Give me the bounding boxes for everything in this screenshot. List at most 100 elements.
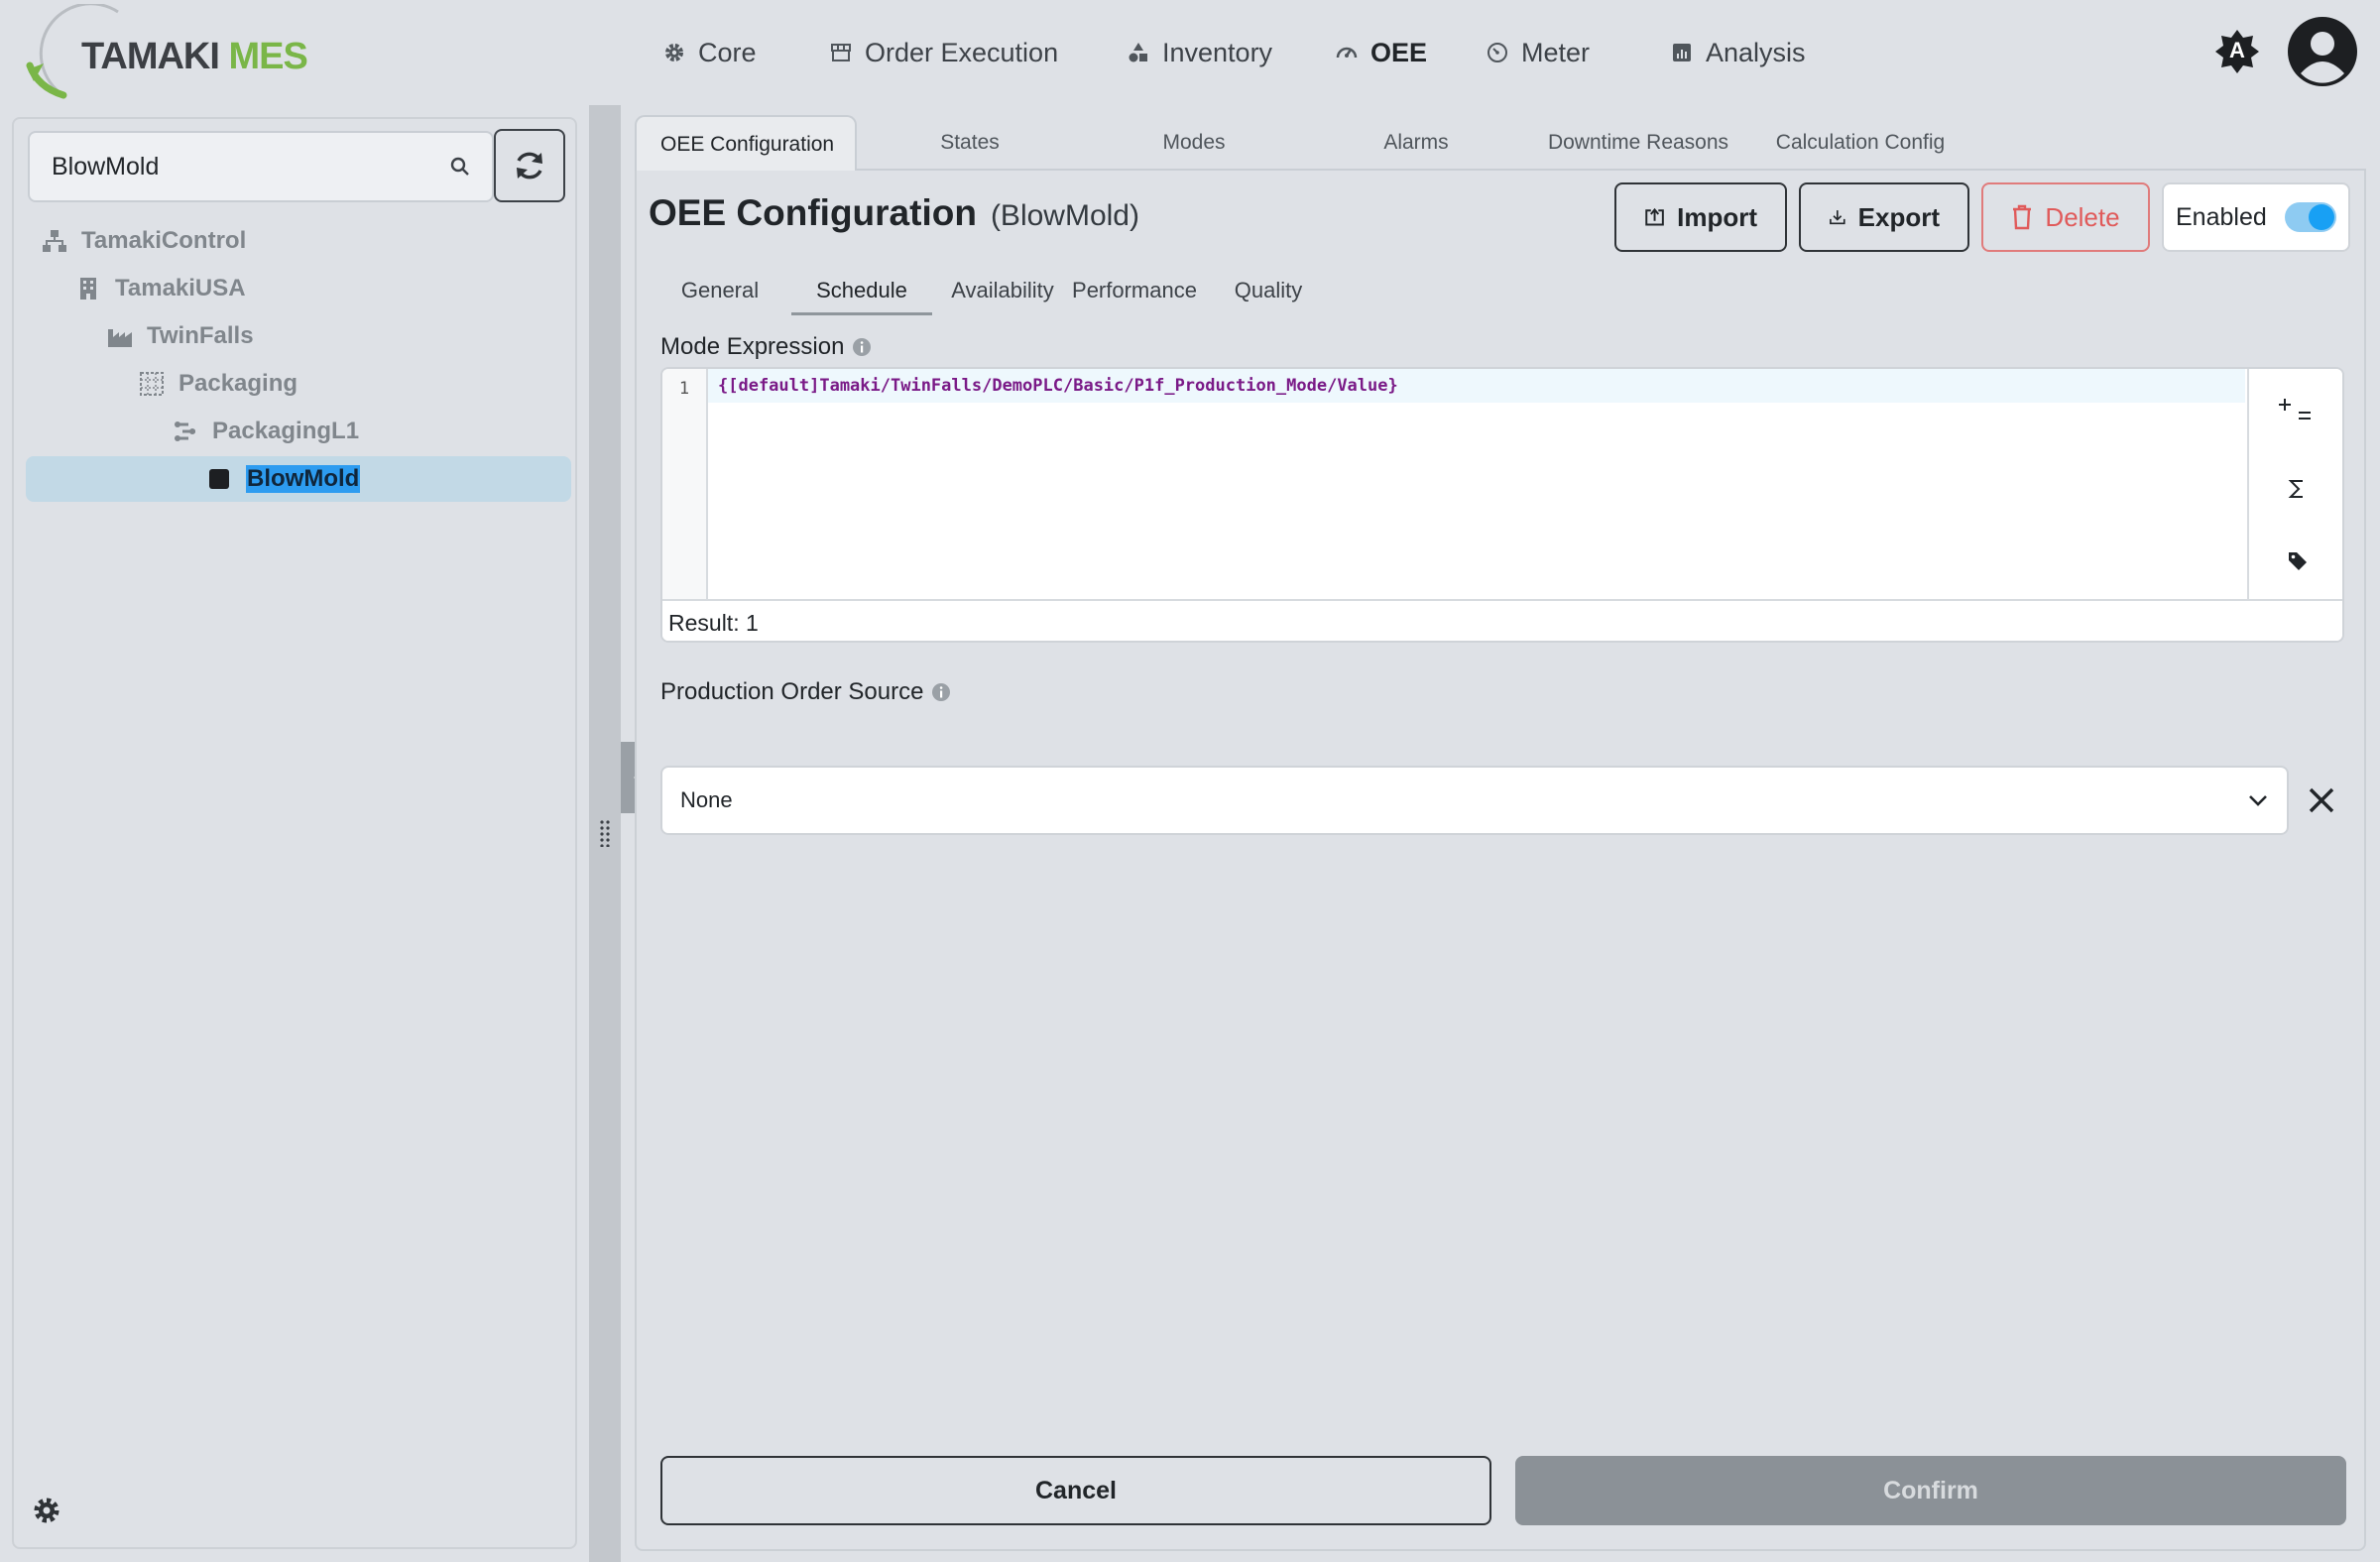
mode-expression-editor[interactable]: 1 {[default]Tamaki/TwinFalls/DemoPLC/Bas…	[660, 367, 2344, 643]
search-input[interactable]	[52, 152, 450, 181]
export-label: Export	[1857, 201, 1940, 232]
tree-item-blowmold[interactable]: BlowMold	[26, 456, 571, 502]
subtab-general[interactable]: General	[649, 266, 791, 315]
plus-equals-icon	[2279, 399, 2311, 420]
theme-toggle-button[interactable]: A	[2213, 28, 2261, 75]
page-title-text: OEE Configuration	[649, 192, 977, 233]
trash-icon	[2013, 204, 2032, 230]
settings-gear-icon[interactable]	[32, 1496, 61, 1525]
gauge-icon	[1336, 47, 1358, 59]
tree-item-twinfalls[interactable]: TwinFalls	[26, 313, 571, 359]
hierarchy-tree: TamakiControl TamakiUSA TwinFalls Packag…	[26, 218, 571, 504]
building-icon	[80, 278, 96, 300]
tree-item-tamakicontrol[interactable]: TamakiControl	[26, 218, 571, 264]
delete-label: Delete	[2045, 201, 2120, 232]
tag-icon	[2289, 552, 2307, 570]
meter-icon	[1488, 43, 1507, 62]
download-icon	[1830, 210, 1845, 225]
tree-label: TwinFalls	[147, 322, 254, 349]
nav-oee-label: OEE	[1370, 37, 1428, 67]
top-navigation-bar: TAMAKI MES Core Order Execution Inventor…	[0, 0, 2380, 105]
chevron-down-icon	[2249, 795, 2267, 806]
top-right-controls: A	[2213, 16, 2358, 87]
page-subtitle-text: (BlowMold)	[990, 199, 1139, 232]
code-line[interactable]: {[default]Tamaki/TwinFalls/DemoPLC/Basic…	[708, 369, 2245, 403]
mode-expression-label-text: Mode Expression	[660, 333, 845, 360]
switch-knob	[2308, 204, 2334, 230]
editor-tools	[2247, 369, 2342, 599]
tree-label: TamakiControl	[81, 227, 247, 254]
subtab-schedule[interactable]: Schedule	[791, 266, 932, 315]
tree-item-packaging[interactable]: Packaging	[26, 361, 571, 407]
nav-oee[interactable]: OEE	[1335, 30, 1427, 75]
enabled-switch[interactable]	[2284, 202, 2336, 232]
confirm-button[interactable]: Confirm	[1515, 1456, 2346, 1525]
nav-meter[interactable]: Meter	[1486, 30, 1590, 75]
production-order-source-label-text: Production Order Source	[660, 678, 924, 705]
tab-calculation-config[interactable]: Calculation Config	[1749, 115, 1971, 173]
nav-order-execution[interactable]: Order Execution	[829, 30, 1058, 75]
subtab-quality[interactable]: Quality	[1208, 266, 1329, 315]
import-button[interactable]: Import	[1614, 182, 1787, 252]
cell-square-icon	[209, 469, 229, 489]
enabled-label: Enabled	[2176, 202, 2267, 231]
production-order-source-label: Production Order Source	[660, 678, 951, 706]
main-panel: OEE Configuration States Modes Alarms Do…	[635, 115, 2366, 1551]
insert-function-button[interactable]	[2249, 476, 2342, 502]
info-icon[interactable]	[852, 337, 872, 357]
tamaki-mes-logo[interactable]: TAMAKI MES	[24, 4, 308, 101]
nav-order-execution-label: Order Execution	[865, 37, 1059, 67]
shapes-icon	[1129, 43, 1147, 62]
nav-core-label: Core	[698, 37, 757, 67]
nav-inventory[interactable]: Inventory	[1127, 30, 1272, 75]
tree-label: TamakiUSA	[115, 275, 246, 301]
tree-item-packagingl1[interactable]: PackagingL1	[26, 409, 571, 454]
production-order-source-select[interactable]: None	[660, 766, 2289, 835]
chart-icon	[1673, 44, 1691, 61]
store-icon	[831, 44, 851, 61]
tab-modes[interactable]: Modes	[1083, 115, 1305, 173]
gear-icon	[665, 44, 683, 61]
config-tabs: OEE Configuration States Modes Alarms Do…	[635, 115, 2366, 173]
line-number-gutter: 1	[662, 369, 708, 599]
code-area[interactable]: {[default]Tamaki/TwinFalls/DemoPLC/Basic…	[708, 369, 2245, 599]
enabled-toggle-box: Enabled	[2162, 182, 2350, 252]
tab-alarms[interactable]: Alarms	[1305, 115, 1527, 173]
logo-text: TAMAKI MES	[81, 36, 308, 78]
subtab-availability[interactable]: Availability	[944, 266, 1061, 315]
select-value: None	[680, 787, 733, 812]
tab-downtime-reasons[interactable]: Downtime Reasons	[1527, 115, 1749, 173]
tab-states[interactable]: States	[857, 115, 1083, 173]
insert-tag-button[interactable]	[2249, 547, 2342, 573]
page-title: OEE Configuration (BlowMold)	[649, 192, 1139, 234]
tree-item-tamakiusa[interactable]: TamakiUSA	[26, 266, 571, 311]
industry-icon	[108, 329, 132, 347]
export-button[interactable]: Export	[1799, 182, 1969, 252]
info-icon[interactable]	[931, 682, 951, 702]
sitemap-icon	[43, 230, 66, 252]
drag-grip-icon[interactable]	[599, 819, 611, 847]
tab-oee-configuration[interactable]: OEE Configuration	[635, 115, 857, 173]
line-number: 1	[678, 379, 690, 399]
nav-analysis-label: Analysis	[1706, 37, 1806, 67]
area-grid-icon	[140, 372, 164, 396]
tree-label: PackagingL1	[212, 418, 360, 444]
theme-badge-letter: A	[2229, 38, 2245, 62]
nav-core[interactable]: Core	[662, 30, 757, 75]
insert-operator-button[interactable]	[2249, 393, 2342, 432]
refresh-button[interactable]	[494, 129, 565, 202]
header-actions: Import Export Delete Enabled	[1614, 182, 2350, 252]
expression-result: Result: 1	[662, 599, 2342, 641]
import-icon	[1645, 207, 1664, 226]
import-label: Import	[1677, 201, 1757, 232]
search-icon[interactable]	[450, 157, 470, 177]
user-circle-icon[interactable]	[2287, 16, 2358, 87]
search-box	[28, 131, 494, 202]
refresh-icon	[517, 152, 542, 180]
clear-selection-icon[interactable]	[2305, 783, 2338, 817]
nav-meter-label: Meter	[1521, 37, 1591, 67]
delete-button[interactable]: Delete	[1981, 182, 2150, 252]
cancel-button[interactable]: Cancel	[660, 1456, 1491, 1525]
subtab-performance[interactable]: Performance	[1061, 266, 1208, 315]
nav-analysis[interactable]: Analysis	[1670, 30, 1806, 75]
